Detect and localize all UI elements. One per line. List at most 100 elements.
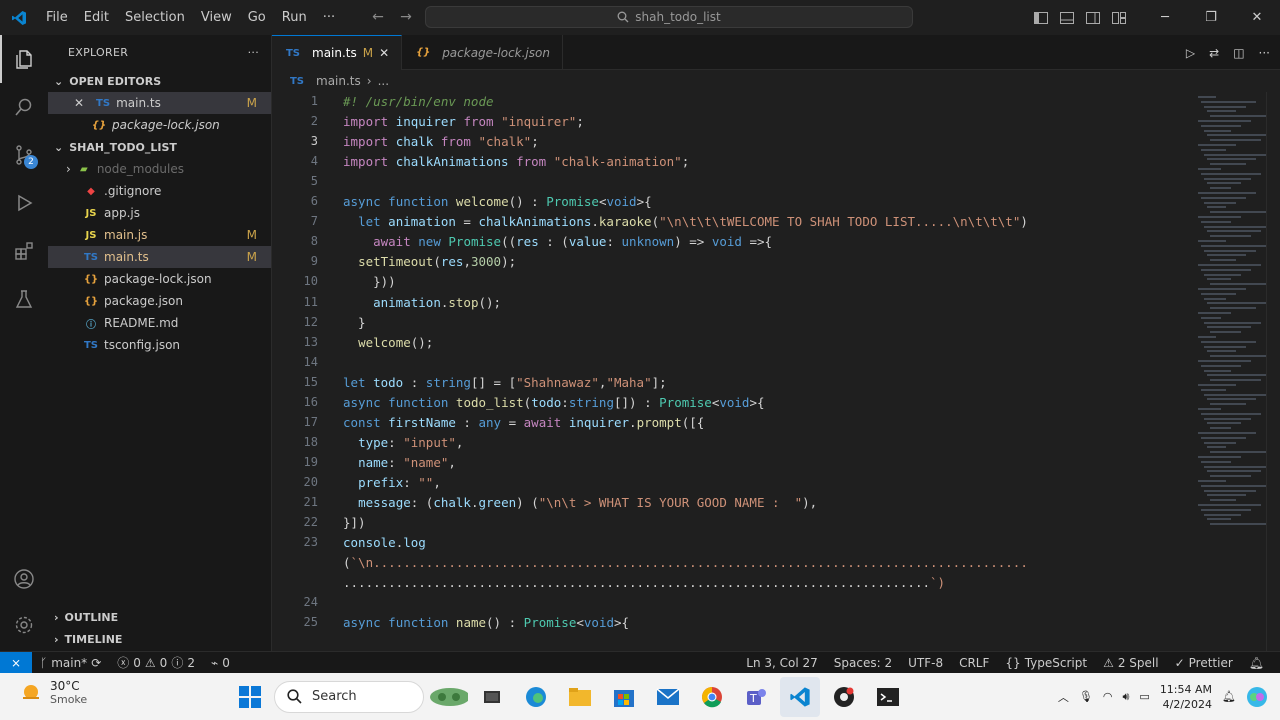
compare-changes-icon[interactable]: ⇄ <box>1209 46 1219 60</box>
file-explorer-icon[interactable] <box>560 677 600 717</box>
edge-browser-icon[interactable] <box>516 677 556 717</box>
task-view-icon[interactable] <box>472 677 512 717</box>
toggle-panel-icon[interactable] <box>1054 0 1080 35</box>
menu-go[interactable]: Go <box>240 0 274 35</box>
overview-ruler[interactable] <box>1266 92 1280 651</box>
open-editor-package-lock[interactable]: {} package-lock.json <box>48 114 271 136</box>
chrome-icon[interactable] <box>692 677 732 717</box>
code-line[interactable]: async function welcome() : Promise<void>… <box>343 194 652 209</box>
account-icon[interactable] <box>0 555 48 603</box>
run-debug-icon[interactable] <box>0 179 48 227</box>
code-line[interactable]: prefix: "", <box>343 475 441 490</box>
indentation[interactable]: Spaces: 2 <box>826 656 900 670</box>
code-line[interactable]: import chalkAnimations from "chalk-anima… <box>343 154 689 169</box>
ports-status[interactable]: ⌁ 0 <box>203 656 238 670</box>
breadcrumb-file[interactable]: main.ts <box>316 74 361 88</box>
explorer-icon[interactable] <box>0 35 48 83</box>
code-line[interactable]: const firstName : any = await inquirer.p… <box>343 415 704 430</box>
menu-selection[interactable]: Selection <box>117 0 193 35</box>
language-mode[interactable]: {} TypeScript <box>997 656 1095 670</box>
code-line[interactable]: import chalk from "chalk"; <box>343 134 539 149</box>
timeline-section[interactable]: › TIMELINE <box>48 628 271 650</box>
more-actions-icon[interactable]: ··· <box>248 46 259 59</box>
chrome-profile-icon[interactable] <box>824 677 864 717</box>
extensions-icon[interactable] <box>0 227 48 275</box>
close-icon[interactable]: ✕ <box>74 96 84 110</box>
notification-bell-icon[interactable]: 🔔︎ <box>1222 690 1236 703</box>
split-editor-icon[interactable]: ◫ <box>1233 46 1244 60</box>
code-line[interactable]: console.log <box>343 535 426 550</box>
code-line[interactable]: async function todo_list(todo:string[]) … <box>343 395 765 410</box>
microphone-icon[interactable]: 🎙︎ <box>1079 690 1093 703</box>
wifi-icon[interactable]: ◠ <box>1103 690 1113 703</box>
search-view-icon[interactable] <box>0 83 48 131</box>
testing-icon[interactable] <box>0 275 48 323</box>
encoding[interactable]: UTF-8 <box>900 656 951 670</box>
file-tsconfig-json[interactable]: TS tsconfig.json <box>48 334 271 356</box>
vscode-taskbar-icon[interactable] <box>780 676 820 717</box>
run-icon[interactable]: ▷ <box>1186 46 1195 60</box>
code-line[interactable]: ........................................… <box>343 575 945 590</box>
file-gitignore[interactable]: ◆ .gitignore <box>48 180 271 202</box>
breadcrumb-symbol[interactable]: ... <box>378 74 389 88</box>
weather-widget[interactable]: 30°C Smoke <box>20 679 87 706</box>
back-arrow-icon[interactable]: ← <box>366 5 390 29</box>
remote-indicator-icon[interactable]: ⨯ <box>0 651 32 674</box>
file-package-lock-json[interactable]: {} package-lock.json <box>48 268 271 290</box>
toggle-secondary-sidebar-icon[interactable] <box>1080 0 1106 35</box>
file-main-js[interactable]: JS main.js M <box>48 224 271 246</box>
open-editor-main-ts[interactable]: ✕ TS main.ts M <box>48 92 271 114</box>
code-line[interactable]: type: "input", <box>343 435 463 450</box>
code-line[interactable]: #! /usr/bin/env node <box>343 94 494 109</box>
code-line[interactable]: })) <box>343 274 396 289</box>
source-control-icon[interactable]: 2 <box>0 131 48 179</box>
menu-view[interactable]: View <box>193 0 240 35</box>
code-line[interactable]: let todo : string[] = ["Shahnawaz","Maha… <box>343 375 667 390</box>
code-line[interactable]: }]) <box>343 515 366 530</box>
code-line[interactable]: import inquirer from "inquirer"; <box>343 114 584 129</box>
taskbar-search[interactable]: Search <box>274 680 424 713</box>
code-line[interactable]: message: (chalk.green) ("\n\t > WHAT IS … <box>343 495 817 510</box>
project-section[interactable]: ⌄ SHAH_TODO_LIST <box>48 136 271 158</box>
notifications-bell-icon[interactable]: 🔔︎ <box>1241 656 1272 670</box>
problems-status[interactable]: ⓧ 0 ⚠ 0 ⓘ 2 <box>109 654 203 671</box>
more-actions-icon[interactable]: ··· <box>1259 46 1270 60</box>
menu-file[interactable]: File <box>38 0 76 35</box>
volume-icon[interactable]: 🔊︎ <box>1122 690 1129 704</box>
code-line[interactable]: (`\n....................................… <box>343 555 1028 570</box>
toggle-sidebar-icon[interactable] <box>1028 0 1054 35</box>
spell-status[interactable]: ⚠ 2 Spell <box>1095 656 1167 670</box>
file-node-modules[interactable]: › ▰ node_modules <box>48 158 271 180</box>
code-line[interactable]: } <box>343 315 366 330</box>
file-package-json[interactable]: {} package.json <box>48 290 271 312</box>
tab-main-ts[interactable]: TS main.ts M ✕ <box>272 35 403 70</box>
forward-arrow-icon[interactable]: → <box>394 5 418 29</box>
windows-start-icon[interactable] <box>230 677 270 717</box>
tab-package-lock-json[interactable]: {} package-lock.json <box>402 35 563 70</box>
code-line[interactable]: welcome(); <box>343 335 433 350</box>
cursor-position[interactable]: Ln 3, Col 27 <box>738 656 826 670</box>
maximize-icon[interactable]: ❐ <box>1188 0 1234 35</box>
terminal-icon[interactable] <box>868 677 908 717</box>
close-window-icon[interactable]: ✕ <box>1234 0 1280 35</box>
minimize-icon[interactable]: ─ <box>1142 0 1188 35</box>
copilot-icon[interactable] <box>1246 686 1268 708</box>
code-editor[interactable]: 1 #! /usr/bin/env node 2 import inquirer fr… <box>272 92 1194 651</box>
close-icon[interactable]: ✕ <box>379 46 389 60</box>
line-ending[interactable]: CRLF <box>951 656 997 670</box>
file-app-js[interactable]: JS app.js <box>48 202 271 224</box>
menu-run[interactable]: Run <box>274 0 315 35</box>
file-main-ts[interactable]: TS main.ts M <box>48 246 271 268</box>
teams-icon[interactable]: T <box>736 677 776 717</box>
code-line[interactable]: name: "name", <box>343 455 456 470</box>
show-hidden-icons-chevron-icon[interactable]: ︿ <box>1058 689 1069 705</box>
clock[interactable]: 11:54 AM 4/2/2024 <box>1160 682 1212 712</box>
microsoft-store-icon[interactable] <box>604 677 644 717</box>
mail-icon[interactable] <box>648 677 688 717</box>
battery-icon[interactable]: ▭ <box>1139 690 1149 703</box>
file-readme-md[interactable]: ⓘ README.md <box>48 312 271 334</box>
open-editors-section[interactable]: ⌄ OPEN EDITORS <box>48 70 271 92</box>
code-line[interactable]: await new Promise((res : (value: unknown… <box>343 234 772 249</box>
command-center-search[interactable]: shah_todo_list <box>425 6 913 28</box>
menu-edit[interactable]: Edit <box>76 0 117 35</box>
